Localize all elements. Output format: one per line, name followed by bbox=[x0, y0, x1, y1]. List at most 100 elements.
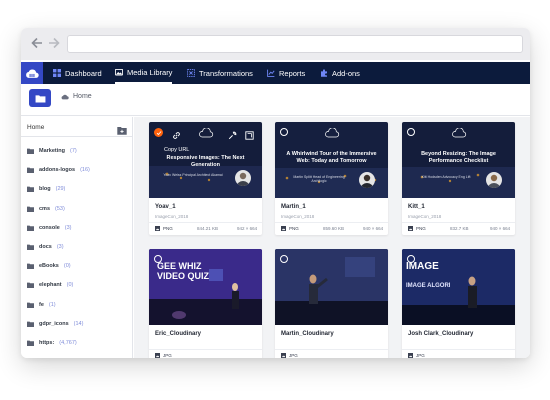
folder-item[interactable]: docs (3) bbox=[27, 242, 64, 252]
sidebar-title[interactable]: Home bbox=[27, 124, 44, 131]
asset-thumbnail[interactable]: Responsive Images: The Next Generation Y… bbox=[149, 122, 262, 198]
asset-card[interactable]: Responsive Images: The Next Generation Y… bbox=[149, 122, 262, 235]
folder-item[interactable]: cms (53) bbox=[27, 204, 65, 214]
link-icon[interactable] bbox=[172, 127, 181, 139]
folder-name: Marketing bbox=[39, 148, 65, 154]
cloud-logo-icon bbox=[26, 68, 39, 78]
folder-icon bbox=[27, 186, 34, 193]
cloudinary-logo[interactable] bbox=[21, 62, 43, 84]
imagecon-logo-icon bbox=[325, 128, 340, 138]
asset-meta: PNG 844.21 KB 942 × 664 bbox=[149, 222, 262, 234]
folder-icon bbox=[27, 148, 34, 154]
back-arrow-icon[interactable] bbox=[30, 36, 44, 50]
folder-name: addons-logos bbox=[39, 167, 76, 174]
folder-sidebar: Home Marketing (7) addons-logos (16) blog (29… bbox=[21, 117, 133, 358]
address-bar[interactable] bbox=[67, 35, 523, 53]
folder-name: blog bbox=[39, 186, 51, 193]
select-checkbox[interactable] bbox=[280, 255, 288, 263]
media-library-icon bbox=[115, 68, 123, 76]
forward-arrow-icon[interactable] bbox=[47, 36, 61, 50]
nav-addons[interactable]: Add-ons bbox=[320, 62, 360, 84]
folder-item[interactable]: addons-logos (16) bbox=[27, 165, 90, 175]
stage-photo-image bbox=[275, 249, 388, 325]
asset-thumbnail[interactable]: GEE WHIZ VIDEO QUIZ bbox=[149, 249, 262, 325]
browser-window: Dashboard Media Library Transformations … bbox=[21, 28, 530, 358]
slide-caption: IMAGE bbox=[406, 261, 439, 272]
nav-transformations[interactable]: Transformations bbox=[187, 62, 253, 84]
dashboard-icon bbox=[53, 69, 61, 77]
asset-thumbnail[interactable]: IMAGE IMAGE ALGORI bbox=[402, 249, 515, 325]
folder-name: cms bbox=[39, 205, 51, 212]
asset-card[interactable]: Martin_Cloudinary JPG bbox=[275, 249, 388, 358]
folder-item[interactable]: blog (29) bbox=[27, 184, 65, 194]
asset-card[interactable]: GEE WHIZ VIDEO QUIZ Eric_Cloudinary JPG bbox=[149, 249, 262, 358]
asset-folder: ImageCon_2018 bbox=[281, 214, 315, 219]
selected-check-icon[interactable] bbox=[154, 128, 163, 137]
image-dimensions: 942 × 664 bbox=[237, 226, 258, 231]
speaker-photo bbox=[235, 170, 251, 186]
asset-title: Josh Clark_Cloudinary bbox=[408, 331, 474, 337]
file-type-label: JPG bbox=[416, 353, 425, 358]
library-header: Home bbox=[21, 84, 530, 116]
asset-thumbnail[interactable]: Beyond Resizing: The Image Performance C… bbox=[402, 122, 515, 198]
nav-media-library[interactable]: Media Library bbox=[115, 62, 173, 84]
reports-icon bbox=[267, 69, 275, 77]
nav-transformations-label: Transformations bbox=[199, 68, 253, 78]
file-type-label: PNG bbox=[163, 226, 173, 231]
select-checkbox[interactable] bbox=[407, 255, 415, 263]
asset-title: Martin_Cloudinary bbox=[281, 331, 334, 337]
asset-thumbnail[interactable]: A Whirlwind Tour of the Immersive Web: T… bbox=[275, 122, 388, 198]
slide-speaker: Kitt Hodsden Advocacy Eng Lift bbox=[421, 175, 471, 179]
folder-count: (3) bbox=[64, 224, 72, 231]
file-type: PNG bbox=[408, 226, 426, 231]
imagecon-logo-icon bbox=[452, 128, 467, 138]
folder-count: (1) bbox=[48, 301, 56, 308]
file-type-label: PNG bbox=[416, 226, 426, 231]
add-folder-icon[interactable] bbox=[117, 122, 127, 135]
folder-name: gdpr_icons bbox=[39, 320, 69, 327]
folder-icon bbox=[27, 302, 34, 308]
select-checkbox[interactable] bbox=[280, 128, 288, 136]
folder-item[interactable]: gdpr_icons (14) bbox=[27, 319, 83, 329]
folder-icon bbox=[27, 244, 34, 250]
folder-item[interactable]: elephant (0) bbox=[27, 280, 73, 290]
folder-item[interactable]: console (3) bbox=[27, 223, 72, 233]
nav-dashboard[interactable]: Dashboard bbox=[53, 62, 102, 84]
folder-item[interactable]: eBooks (0) bbox=[27, 261, 71, 271]
slide-caption: GEE WHIZ VIDEO QUIZ bbox=[157, 261, 210, 281]
asset-card[interactable]: Beyond Resizing: The Image Performance C… bbox=[402, 122, 515, 235]
breadcrumb-home[interactable]: Home bbox=[73, 93, 92, 100]
folder-item[interactable]: https: (4,767) bbox=[27, 338, 77, 348]
file-size: 832.7 KB bbox=[450, 226, 469, 231]
asset-thumbnail[interactable] bbox=[275, 249, 388, 325]
wrench-icon[interactable] bbox=[228, 127, 237, 140]
expand-icon[interactable] bbox=[245, 127, 254, 140]
breadcrumb[interactable]: Home bbox=[61, 93, 92, 100]
asset-meta: PNG 832.7 KB 940 × 664 bbox=[402, 222, 515, 234]
imagecon-logo-icon bbox=[199, 128, 214, 138]
select-checkbox[interactable] bbox=[407, 128, 415, 136]
folder-name: elephant bbox=[39, 282, 62, 289]
file-type: JPG bbox=[155, 353, 172, 358]
image-dimensions: 940 × 664 bbox=[490, 226, 511, 231]
asset-folder: ImageCon_2018 bbox=[155, 214, 189, 219]
asset-title: Kitt_1 bbox=[408, 204, 425, 210]
file-size: 844.21 KB bbox=[197, 226, 219, 231]
sidebar-divider bbox=[21, 136, 132, 137]
select-checkbox[interactable] bbox=[154, 255, 162, 263]
asset-card[interactable]: IMAGE IMAGE ALGORI Josh Clark_Cloudinary… bbox=[402, 249, 515, 358]
folder-count: (4,767) bbox=[59, 340, 77, 346]
nav-reports[interactable]: Reports bbox=[267, 62, 305, 84]
asset-card[interactable]: A Whirlwind Tour of the Immersive Web: T… bbox=[275, 122, 388, 235]
asset-title: Martin_1 bbox=[281, 204, 306, 210]
asset-title: Eric_Cloudinary bbox=[155, 331, 202, 337]
browser-toolbar bbox=[21, 28, 530, 60]
folder-item[interactable]: fe (1) bbox=[27, 300, 56, 310]
folder-view-button[interactable] bbox=[29, 89, 51, 107]
copy-url-button[interactable]: Copy URL bbox=[164, 147, 189, 153]
folder-item[interactable]: Marketing (7) bbox=[27, 146, 77, 156]
file-type: PNG bbox=[281, 226, 299, 231]
folder-icon bbox=[27, 263, 34, 270]
folder-name: docs bbox=[39, 244, 52, 250]
folder-name: eBooks bbox=[39, 263, 59, 270]
